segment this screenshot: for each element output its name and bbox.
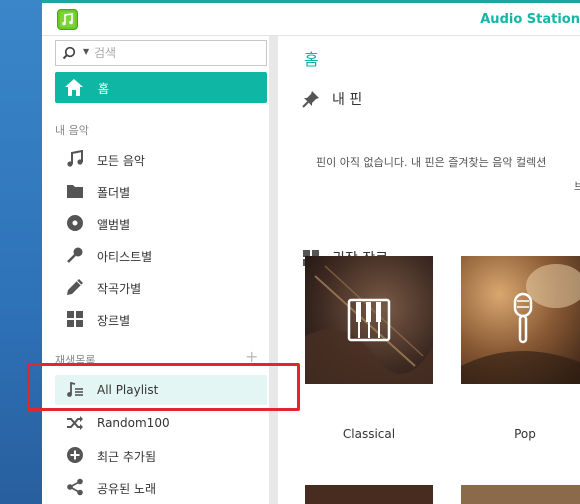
desktop-background [0, 0, 42, 504]
genre-card-pop[interactable] [461, 256, 580, 384]
sidebar-item-label: 공유된 노래 [97, 482, 157, 496]
sidebar-item-label: 아티스트별 [97, 250, 153, 264]
genre-card-next-right[interactable] [461, 485, 580, 504]
sidebar: ▼ 홈 내 음악 모든 음악 [42, 36, 278, 504]
genre-image-classical [305, 256, 433, 384]
sidebar-item-recently-added[interactable]: 최근 추가됨 [55, 440, 267, 470]
sidebar-scrollbar[interactable] [269, 36, 278, 504]
sidebar-item-label: 앨범별 [97, 218, 131, 232]
genre-card-classical[interactable] [305, 256, 433, 384]
sidebar-item-label: 모든 음악 [97, 154, 145, 168]
genre-label-pop[interactable]: Pop [461, 427, 580, 441]
plus-circle-icon [66, 446, 84, 464]
folder-icon [66, 182, 84, 200]
section-title-my-music: 내 음악 [55, 124, 89, 137]
sidebar-item-albums[interactable]: 앨범별 [55, 208, 267, 238]
sidebar-item-random100[interactable]: Random100 [55, 408, 267, 438]
genre-image-next-left [305, 485, 433, 504]
sidebar-item-shared-songs[interactable]: 공유된 노래 [55, 472, 267, 502]
genre-label-classical[interactable]: Classical [305, 427, 433, 441]
search-box[interactable]: ▼ [55, 40, 267, 66]
sidebar-item-label: 최근 추가됨 [97, 450, 157, 464]
microphone-icon [66, 246, 84, 264]
audio-station-window: Audio Station ▼ 홈 내 음악 [42, 0, 580, 504]
sidebar-item-artists[interactable]: 아티스트별 [55, 240, 267, 270]
sidebar-item-home[interactable]: 홈 [55, 72, 267, 103]
shuffle-icon [66, 414, 84, 432]
sidebar-item-label: 장르별 [97, 314, 131, 328]
genre-image-pop [461, 256, 580, 384]
search-options-caret-icon[interactable]: ▼ [83, 47, 89, 56]
home-icon [64, 78, 84, 101]
sidebar-item-composers[interactable]: 작곡가별 [55, 272, 267, 302]
sidebar-item-label: 작곡가별 [97, 282, 142, 296]
sidebar-item-label: 홈 [98, 82, 110, 96]
pin-icon [302, 90, 320, 112]
sidebar-item-label: 폴더별 [97, 186, 131, 200]
album-disc-icon [66, 214, 84, 232]
search-icon[interactable] [62, 46, 77, 65]
sidebar-item-genres[interactable]: 장르별 [55, 304, 267, 334]
grid-icon [66, 310, 84, 328]
music-note-icon [66, 149, 84, 168]
sidebar-item-folders[interactable]: 폴더별 [55, 176, 267, 206]
section-title: 내 핀 [332, 92, 363, 108]
genre-card-next-left[interactable] [305, 485, 433, 504]
genre-image-next-right [461, 485, 580, 504]
pen-icon [66, 278, 84, 296]
window-titlebar: Audio Station [42, 3, 580, 36]
app-title: Audio Station [480, 12, 580, 27]
pins-empty-message: 핀이 아직 없습니다. 내 핀은 즐겨찾는 음악 컬렉션 [316, 156, 547, 169]
sidebar-item-all-music[interactable]: 모든 음악 [55, 144, 267, 174]
pins-empty-message-continued: 브 [574, 180, 580, 193]
sidebar-item-label: Random100 [97, 416, 170, 430]
share-icon [66, 478, 84, 496]
highlight-annotation-box [27, 363, 300, 411]
audio-station-app-icon [57, 9, 78, 30]
page-title: 홈 [304, 50, 319, 69]
search-input[interactable] [94, 44, 259, 62]
